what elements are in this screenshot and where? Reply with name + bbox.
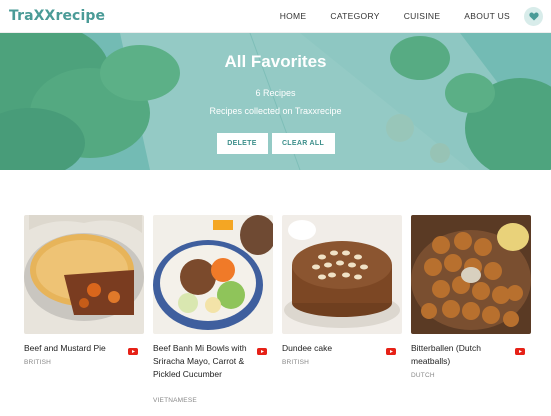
recipe-title[interactable]: Bitterballen (Dutch meatballs) bbox=[411, 342, 509, 368]
recipe-title[interactable]: Beef and Mustard Pie bbox=[24, 342, 122, 355]
recipe-title[interactable]: Dundee cake bbox=[282, 342, 380, 355]
recipe-count: 6 Recipes bbox=[255, 88, 296, 98]
recipe-title[interactable]: Beef Banh Mi Bowls with Sriracha Mayo, C… bbox=[153, 342, 251, 381]
nav-category[interactable]: CATEGORY bbox=[330, 11, 379, 21]
delete-button[interactable]: DELETE bbox=[216, 133, 268, 154]
youtube-icon[interactable] bbox=[386, 348, 396, 355]
recipe-cuisine: BRITISH bbox=[24, 359, 52, 366]
site-logo[interactable]: TraXXrecipe bbox=[9, 8, 105, 24]
recipe-image[interactable] bbox=[411, 215, 531, 334]
recipe-card[interactable]: Dundee cake BRITISH bbox=[282, 215, 402, 366]
recipe-cuisine: VIETNAMESE bbox=[153, 397, 197, 404]
recipe-grid: Beef and Mustard Pie BRITISH Beef Banh M… bbox=[24, 215, 531, 416]
recipe-image[interactable] bbox=[282, 215, 402, 334]
recipe-cuisine: BRITISH bbox=[282, 359, 310, 366]
clear-all-button[interactable]: CLEAR ALL bbox=[271, 133, 335, 154]
recipe-image[interactable] bbox=[153, 215, 273, 334]
recipe-card[interactable]: Beef and Mustard Pie BRITISH bbox=[24, 215, 144, 366]
recipe-card[interactable]: Beef Banh Mi Bowls with Sriracha Mayo, C… bbox=[153, 215, 273, 404]
youtube-icon[interactable] bbox=[257, 348, 267, 355]
youtube-icon[interactable] bbox=[128, 348, 138, 355]
hero-subtitle: Recipes collected on Traxxrecipe bbox=[209, 106, 342, 116]
hero-content: All Favorites 6 Recipes Recipes collecte… bbox=[0, 33, 551, 170]
main-nav: HOME CATEGORY CUISINE ABOUT US bbox=[280, 6, 543, 26]
hero-banner: All Favorites 6 Recipes Recipes collecte… bbox=[0, 33, 551, 170]
nav-home[interactable]: HOME bbox=[280, 11, 307, 21]
favorites-button[interactable] bbox=[524, 6, 543, 26]
recipe-cuisine: DUTCH bbox=[411, 372, 435, 379]
heart-icon bbox=[528, 12, 539, 20]
hero-actions: DELETE CLEAR ALL bbox=[0, 133, 551, 154]
page-title: All Favorites bbox=[224, 52, 327, 71]
nav-about-us[interactable]: ABOUT US bbox=[464, 11, 510, 21]
nav-cuisine[interactable]: CUISINE bbox=[404, 11, 441, 21]
recipe-image[interactable] bbox=[24, 215, 144, 334]
recipe-card[interactable]: Bitterballen (Dutch meatballs) DUTCH bbox=[411, 215, 531, 379]
youtube-icon[interactable] bbox=[515, 348, 525, 355]
site-header: TraXXrecipe HOME CATEGORY CUISINE ABOUT … bbox=[0, 0, 551, 33]
